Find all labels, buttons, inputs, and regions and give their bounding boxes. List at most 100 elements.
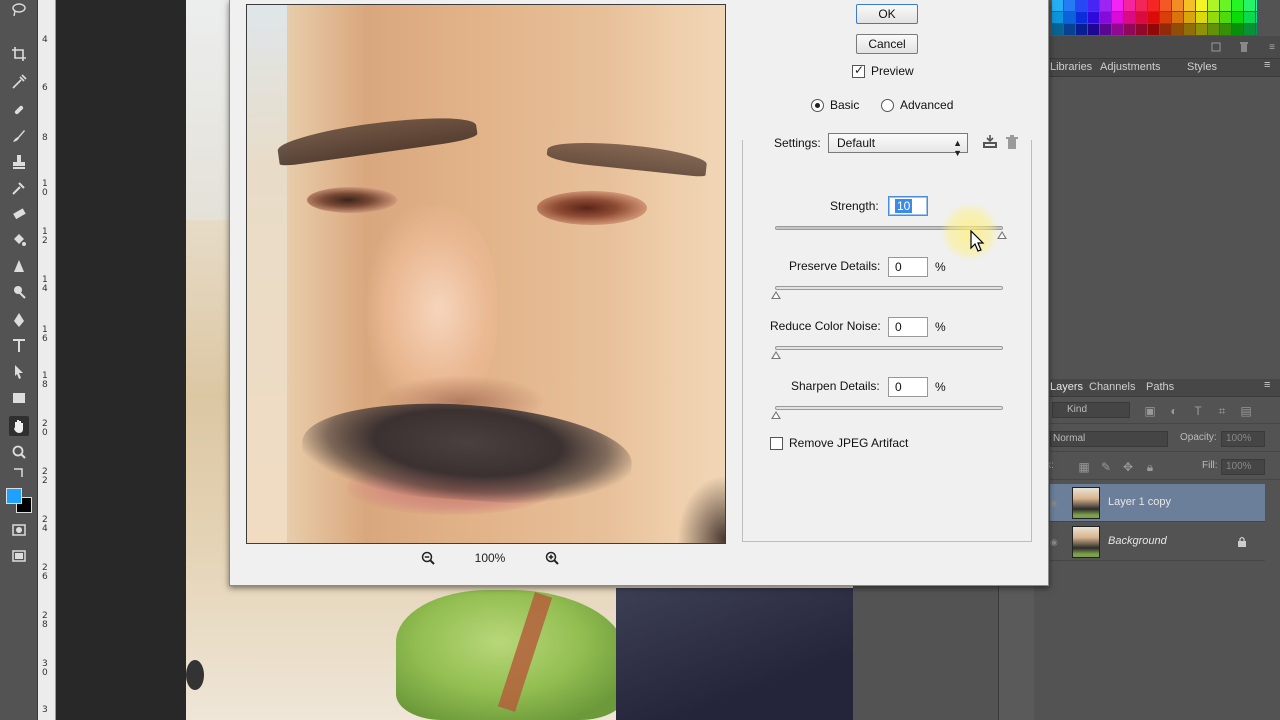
color-swatch[interactable] <box>1208 0 1219 11</box>
zoom-out-icon[interactable] <box>420 550 436 566</box>
color-swatch[interactable] <box>1232 12 1243 23</box>
lock-position-icon[interactable]: ✥ <box>1120 459 1136 475</box>
tab-adjustments[interactable]: Adjustments <box>1100 61 1161 73</box>
swatches-grid[interactable] <box>1052 0 1257 36</box>
brush-tool-icon[interactable] <box>9 126 29 146</box>
strength-field[interactable]: 10 <box>888 196 928 216</box>
basic-radio[interactable] <box>811 99 824 112</box>
layer-row-background[interactable]: ◉ Background <box>1050 523 1265 561</box>
color-swatch[interactable] <box>1076 0 1087 11</box>
zoom-tool-icon[interactable] <box>9 442 29 462</box>
layer-filter-kind[interactable]: Kind <box>1052 402 1130 418</box>
sharpen-details-field[interactable]: 0 <box>888 377 928 397</box>
color-swatch[interactable] <box>1244 0 1255 11</box>
new-swatch-icon[interactable] <box>1208 39 1224 55</box>
preview-checkbox[interactable] <box>852 63 865 78</box>
swap-colors-icon[interactable] <box>9 466 29 480</box>
screen-mode-icon[interactable] <box>9 546 29 566</box>
filter-preview[interactable] <box>246 4 726 544</box>
path-selection-tool-icon[interactable] <box>9 362 29 382</box>
color-swatch[interactable] <box>1100 12 1111 23</box>
zoom-in-icon[interactable] <box>544 550 560 566</box>
color-swatch[interactable] <box>1160 0 1171 11</box>
color-swatch[interactable] <box>1148 24 1159 35</box>
blend-mode-select[interactable]: Normal <box>1050 431 1168 447</box>
color-swatch[interactable] <box>1088 0 1099 11</box>
preserve-details-field[interactable]: 0 <box>888 257 928 277</box>
color-swatch[interactable] <box>1172 12 1183 23</box>
layer-row-layer-1-copy[interactable]: ◉ Layer 1 copy <box>1050 484 1265 522</box>
healing-brush-tool-icon[interactable] <box>9 100 29 120</box>
color-swatch[interactable] <box>1136 0 1147 11</box>
panel-menu-icon[interactable]: ≡ <box>1264 379 1270 391</box>
color-swatch[interactable] <box>1076 24 1087 35</box>
color-swatch[interactable] <box>1196 0 1207 11</box>
color-swatch[interactable] <box>1244 24 1255 35</box>
pen-tool-icon[interactable] <box>9 310 29 330</box>
color-swatch[interactable] <box>1184 0 1195 11</box>
lock-pixels-icon[interactable]: ✎ <box>1098 459 1114 475</box>
color-swatch[interactable] <box>1136 24 1147 35</box>
filter-smart-object-icon[interactable]: ▤ <box>1238 403 1254 419</box>
delete-swatch-icon[interactable] <box>1236 39 1252 55</box>
color-swatch[interactable] <box>1172 0 1183 11</box>
color-swatch[interactable] <box>1208 12 1219 23</box>
advanced-radio[interactable] <box>881 99 894 112</box>
color-swatch[interactable] <box>1256 12 1257 23</box>
clone-stamp-tool-icon[interactable] <box>9 152 29 172</box>
tab-channels[interactable]: Channels <box>1089 381 1135 393</box>
dodge-tool-icon[interactable] <box>9 282 29 302</box>
color-swatch[interactable] <box>1088 12 1099 23</box>
eraser-tool-icon[interactable] <box>9 204 29 224</box>
color-swatch[interactable] <box>1232 24 1243 35</box>
save-settings-icon[interactable] <box>982 134 998 150</box>
tab-paths[interactable]: Paths <box>1146 381 1174 393</box>
color-swatch[interactable] <box>1148 0 1159 11</box>
color-swatch[interactable] <box>1064 12 1075 23</box>
lasso-tool-icon[interactable] <box>9 0 29 20</box>
remove-jpeg-artifact-checkbox[interactable] <box>770 437 783 450</box>
filter-type-icon[interactable]: T <box>1190 403 1206 419</box>
color-swatch[interactable] <box>1100 0 1111 11</box>
color-swatch[interactable] <box>1052 12 1063 23</box>
hand-tool-icon[interactable] <box>9 416 29 436</box>
lock-transparent-icon[interactable]: ▦ <box>1076 459 1092 475</box>
color-swatch[interactable] <box>1112 12 1123 23</box>
tab-libraries[interactable]: Libraries <box>1050 61 1092 73</box>
sharpen-details-slider[interactable] <box>771 406 1003 419</box>
filter-adjustment-icon[interactable]: ◐ <box>1166 403 1182 419</box>
crop-tool-icon[interactable] <box>9 44 29 64</box>
color-swatch[interactable] <box>1124 12 1135 23</box>
cancel-button[interactable]: Cancel <box>856 34 918 54</box>
color-swatch[interactable] <box>1052 0 1063 11</box>
opacity-field[interactable]: 100% <box>1221 431 1265 447</box>
color-swatch[interactable] <box>1220 0 1231 11</box>
color-swatch[interactable] <box>1196 12 1207 23</box>
color-swatch[interactable] <box>1232 0 1243 11</box>
fill-field[interactable]: 100% <box>1221 459 1265 475</box>
color-swatch[interactable] <box>1124 24 1135 35</box>
color-swatch[interactable] <box>1160 24 1171 35</box>
panel-menu-icon[interactable]: ≡ <box>1264 39 1280 55</box>
quick-mask-icon[interactable] <box>9 520 29 540</box>
preserve-details-slider-thumb[interactable] <box>771 291 781 299</box>
color-swatch[interactable] <box>1172 24 1183 35</box>
tab-layers[interactable]: Layers <box>1050 381 1083 393</box>
reduce-color-noise-slider[interactable] <box>771 346 1003 359</box>
color-swatch[interactable] <box>1160 12 1171 23</box>
color-swatch[interactable] <box>1100 24 1111 35</box>
sharpen-tool-icon[interactable] <box>9 256 29 276</box>
rectangle-tool-icon[interactable] <box>9 388 29 408</box>
color-swatch[interactable] <box>1196 24 1207 35</box>
sharpen-details-slider-thumb[interactable] <box>771 411 781 419</box>
foreground-color-swatch[interactable] <box>6 488 22 504</box>
color-swatch[interactable] <box>1256 0 1257 11</box>
color-swatch[interactable] <box>1256 24 1257 35</box>
color-swatch[interactable] <box>1220 24 1231 35</box>
history-brush-tool-icon[interactable] <box>9 178 29 198</box>
color-swatch[interactable] <box>1064 0 1075 11</box>
settings-dropdown[interactable]: Default ▲ ▼ <box>828 133 968 158</box>
lock-all-icon[interactable]: 🔒︎ <box>1142 459 1158 475</box>
filter-pixel-icon[interactable]: ▣ <box>1142 403 1158 419</box>
paint-bucket-tool-icon[interactable] <box>9 230 29 250</box>
